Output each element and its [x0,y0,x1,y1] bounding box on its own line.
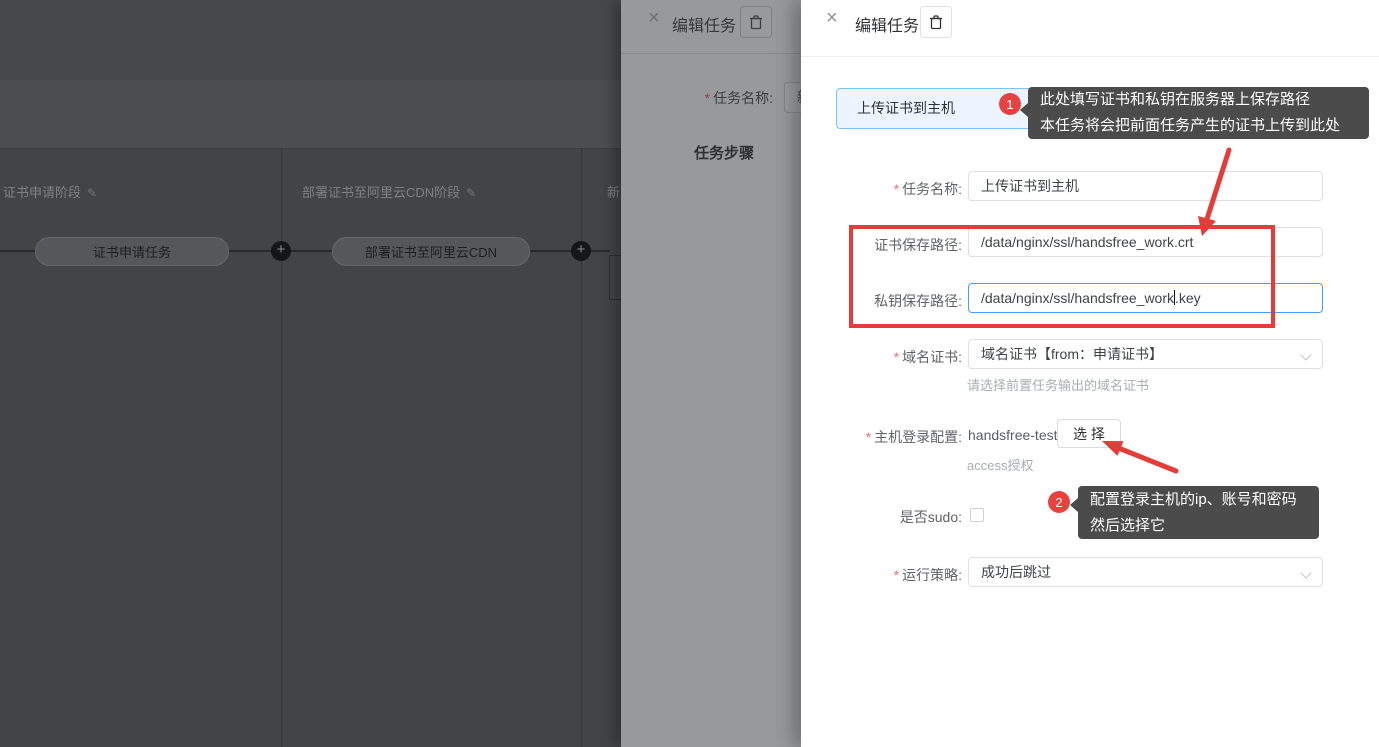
plus-icon: + [577,241,586,258]
key-path-input[interactable]: /data/nginx/ssl/handsfree_work.key [968,283,1323,313]
stage-title-3: 新阶段 [607,182,621,201]
add-task-button[interactable]: + [571,241,591,261]
task-pill-cert-request[interactable]: 证书申请任务 [35,237,229,266]
annotation-tooltip-2: 配置登录主机的ip、账号和密码 然后选择它 [1078,486,1319,539]
add-task-button[interactable]: + [271,241,291,261]
task-name-label: *任务名称: [801,179,962,199]
close-icon[interactable]: × [648,8,660,28]
domain-cert-label: *域名证书: [801,347,962,367]
plus-icon: + [277,241,286,258]
drawer-title: 编辑任务 [672,12,736,36]
close-icon[interactable]: × [826,8,838,28]
required-mark: * [894,349,899,365]
required-mark: * [705,90,710,106]
cert-path-input[interactable]: /data/nginx/ssl/handsfree_work.crt [968,227,1323,257]
host-login-label: *主机登录配置: [801,427,962,447]
edit-task-drawer: × 编辑任务 上传证书到主机 *任务名称: 上传证书到主机 证书保存路径: /d… [801,0,1379,747]
trash-icon [929,15,943,30]
choose-host-button[interactable]: 选 择 [1057,419,1121,448]
stage-title-text: 证书申请阶段 [3,185,81,200]
task-steps-heading: 任务步骤 [694,142,754,163]
host-login-helper: access授权 [967,455,1033,474]
required-mark: * [894,567,899,583]
sudo-label: 是否sudo: [801,507,962,527]
new-task-placeholder[interactable] [609,255,621,300]
task-pill-label: 部署证书至阿里云CDN [365,242,497,261]
stage-divider [581,149,582,747]
task-name-input[interactable]: 上传证书到主机 [968,171,1323,201]
task-name-label: *任务名称: [621,88,773,108]
required-mark: * [866,429,871,445]
drawer-title: 编辑任务 [855,12,919,36]
tooltip-arrow [1020,103,1028,117]
required-mark: * [894,181,899,197]
chevron-down-icon [1300,567,1311,578]
stage-title-1: 证书申请阶段 ✎ [3,182,97,201]
run-policy-select[interactable]: 成功后跳过 [968,557,1323,587]
delete-task-button[interactable] [920,6,952,38]
page-toolbar [0,80,621,149]
key-path-label: 私钥保存路径: [801,291,962,311]
stage-title-text: 新阶段 [607,185,621,200]
page-header [0,0,621,80]
edit-icon[interactable]: ✎ [87,186,97,200]
edit-icon[interactable]: ✎ [466,186,476,200]
task-pill-label: 证书申请任务 [93,242,171,261]
divider [801,56,1379,57]
task-pill-deploy-cdn[interactable]: 部署证书至阿里云CDN [332,237,530,266]
delete-task-button[interactable] [740,6,772,38]
cert-path-label: 证书保存路径: [801,235,962,255]
trash-icon [749,15,763,30]
sudo-checkbox[interactable] [970,508,984,522]
domain-cert-helper: 请选择前置任务输出的域名证书 [967,375,1149,394]
host-login-value: handsfree-test [968,427,1058,443]
tooltip-arrow [1070,498,1078,512]
annotation-tooltip-1: 此处填写证书和私钥在服务器上保存路径 本任务将会把前面任务产生的证书上传到此处 [1028,87,1369,139]
stage-title-text: 部署证书至阿里云CDN阶段 [302,185,460,200]
annotation-badge-2: 2 [1048,491,1070,513]
stage-divider [281,149,282,747]
pipeline-canvas: 证书申请阶段 ✎ 部署证书至阿里云CDN阶段 ✎ 新阶段 证书申请任务 + 部署证书… [0,149,621,747]
run-policy-label: *运行策略: [801,565,962,585]
stage-title-2: 部署证书至阿里云CDN阶段 ✎ [302,182,476,201]
domain-cert-select[interactable]: 域名证书【from：申请证书】 [968,339,1323,369]
chevron-down-icon [1300,349,1311,360]
screenshot-root: 证书申请阶段 ✎ 部署证书至阿里云CDN阶段 ✎ 新阶段 证书申请任务 + 部署证书… [0,0,1379,747]
annotation-badge-1: 1 [999,93,1021,115]
